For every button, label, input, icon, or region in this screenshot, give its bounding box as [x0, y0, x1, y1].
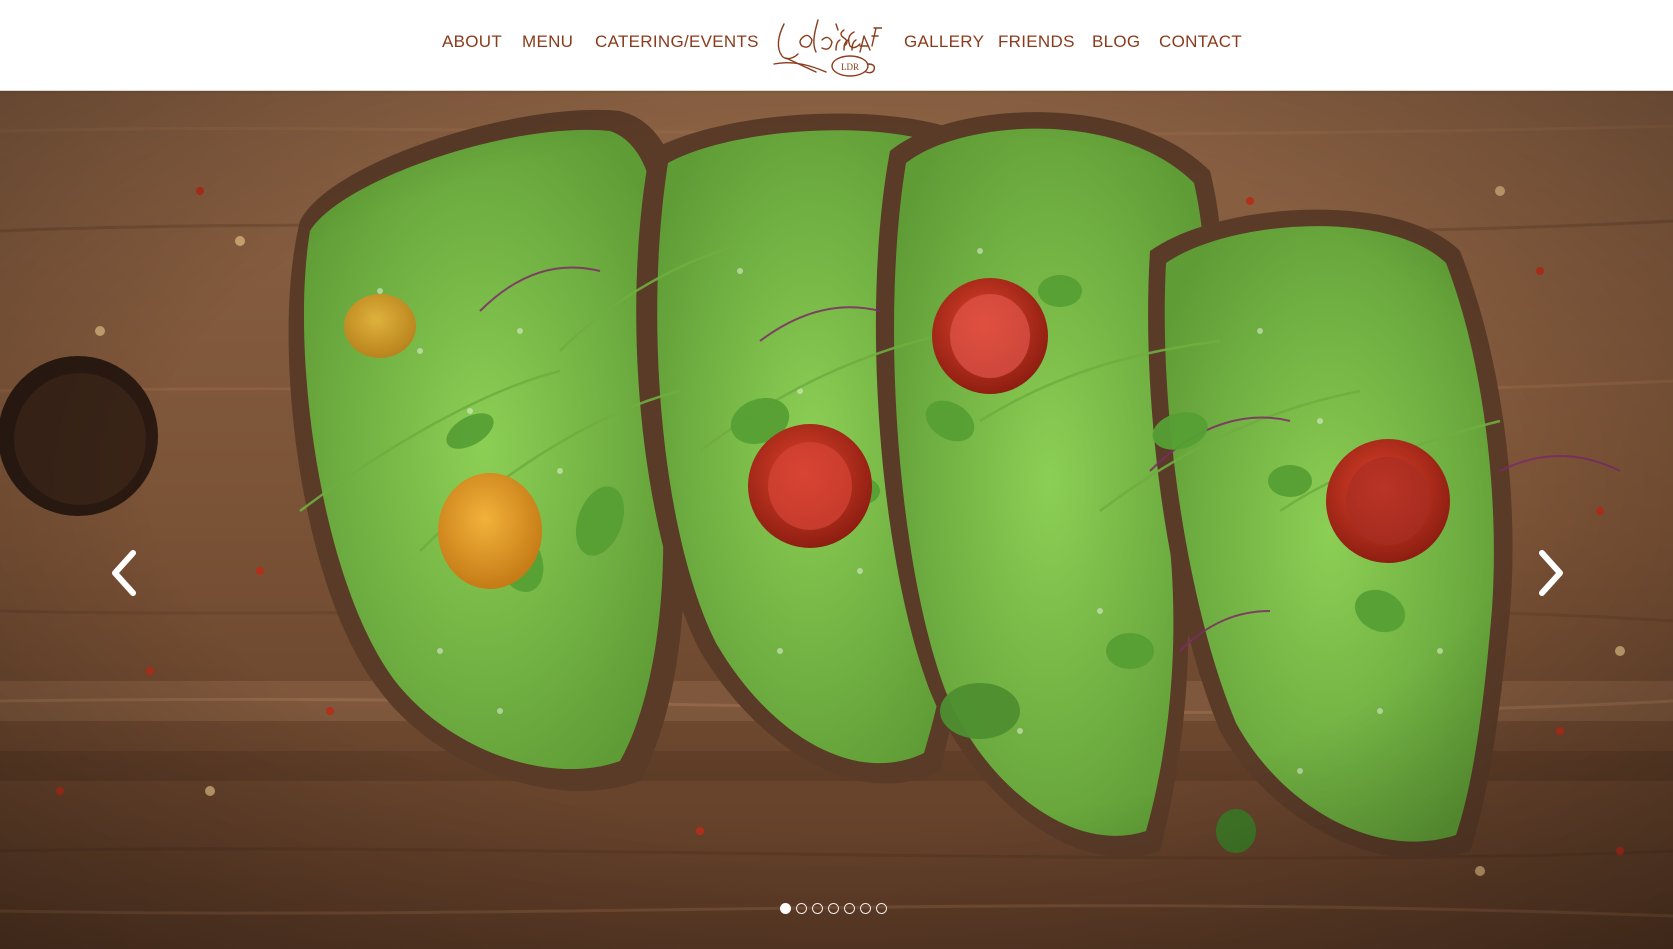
nav-friends-link[interactable]: FRIENDS: [998, 32, 1075, 52]
slider-dot[interactable]: [812, 903, 823, 914]
site-header: ABOUT MENU CATERING/EVENTS LDR GALLERY F…: [0, 0, 1673, 91]
slider-pagination: [780, 903, 887, 915]
slider-dot[interactable]: [796, 903, 807, 914]
nav-blog-link[interactable]: BLOG: [1092, 32, 1140, 52]
nav-contact-link[interactable]: CONTACT: [1159, 32, 1242, 52]
nav-about-link[interactable]: ABOUT: [442, 32, 502, 52]
slider-dot[interactable]: [844, 903, 855, 914]
slider-next-button[interactable]: [1530, 543, 1570, 603]
slider-prev-button[interactable]: [105, 543, 145, 603]
nav-catering-events-link[interactable]: CATERING/EVENTS: [595, 32, 759, 52]
slider-dot[interactable]: [828, 903, 839, 914]
hero-slider: [0, 91, 1673, 949]
logo-mark: LDR: [773, 19, 882, 77]
lolas-cafe-logo[interactable]: LDR: [764, 6, 882, 82]
chevron-right-icon: [1539, 550, 1563, 596]
slider-dot[interactable]: [860, 903, 871, 914]
avocado-toast-photo: [0, 91, 1673, 949]
slider-dot[interactable]: [780, 903, 791, 914]
chevron-left-icon: [112, 550, 136, 596]
slider-dot[interactable]: [876, 903, 887, 914]
logo-subtext: LDR: [841, 62, 859, 72]
nav-menu-link[interactable]: MENU: [522, 32, 573, 52]
nav-gallery-link[interactable]: GALLERY: [904, 32, 984, 52]
